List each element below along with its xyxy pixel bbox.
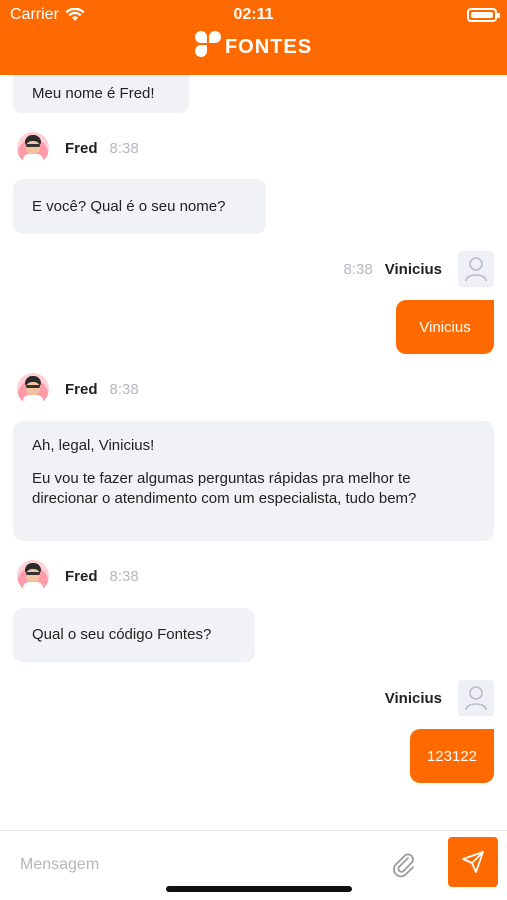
message-text: Qual o seu código Fontes? — [32, 626, 212, 643]
message-time: 8:38 — [343, 260, 373, 278]
send-icon — [462, 851, 484, 873]
message-time: 8:38 — [109, 567, 139, 585]
message-time: 8:38 — [109, 139, 139, 157]
user-avatar-icon — [458, 680, 494, 716]
home-indicator[interactable] — [166, 886, 352, 892]
outgoing-message-bubble: Vinicius — [396, 300, 494, 354]
message-meta: Fred 8:38 — [17, 132, 139, 164]
incoming-message-bubble: Qual o seu código Fontes? — [13, 608, 255, 662]
sender-name: Vinicius — [384, 260, 442, 278]
send-button[interactable] — [448, 837, 498, 887]
sender-name: Vinicius — [384, 689, 442, 707]
status-time: 02:11 — [233, 6, 274, 23]
logo-mark-icon — [194, 30, 221, 57]
battery-icon — [467, 8, 500, 22]
incoming-message-bubble: Meu nome é Fred! — [13, 75, 189, 113]
bot-avatar — [17, 560, 49, 592]
message-meta: Vinicius — [385, 680, 494, 716]
incoming-message-bubble: E você? Qual é o seu nome? — [13, 179, 266, 234]
sender-name: Fred — [65, 567, 98, 585]
outgoing-message-bubble: 123122 — [410, 729, 494, 783]
brand-name: FONTES — [224, 36, 313, 58]
message-time: 8:38 — [109, 380, 139, 398]
user-avatar-icon — [458, 251, 494, 287]
message-meta: Fred 8:38 — [17, 373, 139, 405]
message-text: Ah, legal, Vinicius! — [32, 437, 155, 454]
app-header: Carrier 02:11 FONTES — [0, 0, 507, 75]
sender-name: Fred — [65, 380, 98, 398]
message-meta: Fred 8:38 — [17, 560, 139, 592]
message-text: E você? Qual é o seu nome? — [32, 197, 226, 215]
message-text: Eu vou te fazer algumas perguntas rápida… — [32, 470, 417, 507]
paperclip-icon[interactable] — [388, 849, 418, 879]
message-text: 123122 — [426, 747, 478, 765]
message-meta: 8:38 Vinicius — [344, 251, 494, 287]
bot-avatar — [17, 132, 49, 164]
sender-name: Fred — [65, 139, 98, 157]
message-text: Vinicius — [419, 318, 471, 336]
bot-avatar — [17, 373, 49, 405]
message-text: Meu nome é Fred! — [32, 85, 155, 102]
message-input[interactable] — [20, 853, 360, 877]
incoming-message-bubble: Ah, legal, Vinicius! Eu vou te fazer alg… — [13, 421, 494, 541]
brand-logo: FONTES — [0, 28, 507, 59]
chat-thread[interactable]: Meu nome é Fred! Fred 8:38 E você? Qual … — [0, 75, 507, 830]
